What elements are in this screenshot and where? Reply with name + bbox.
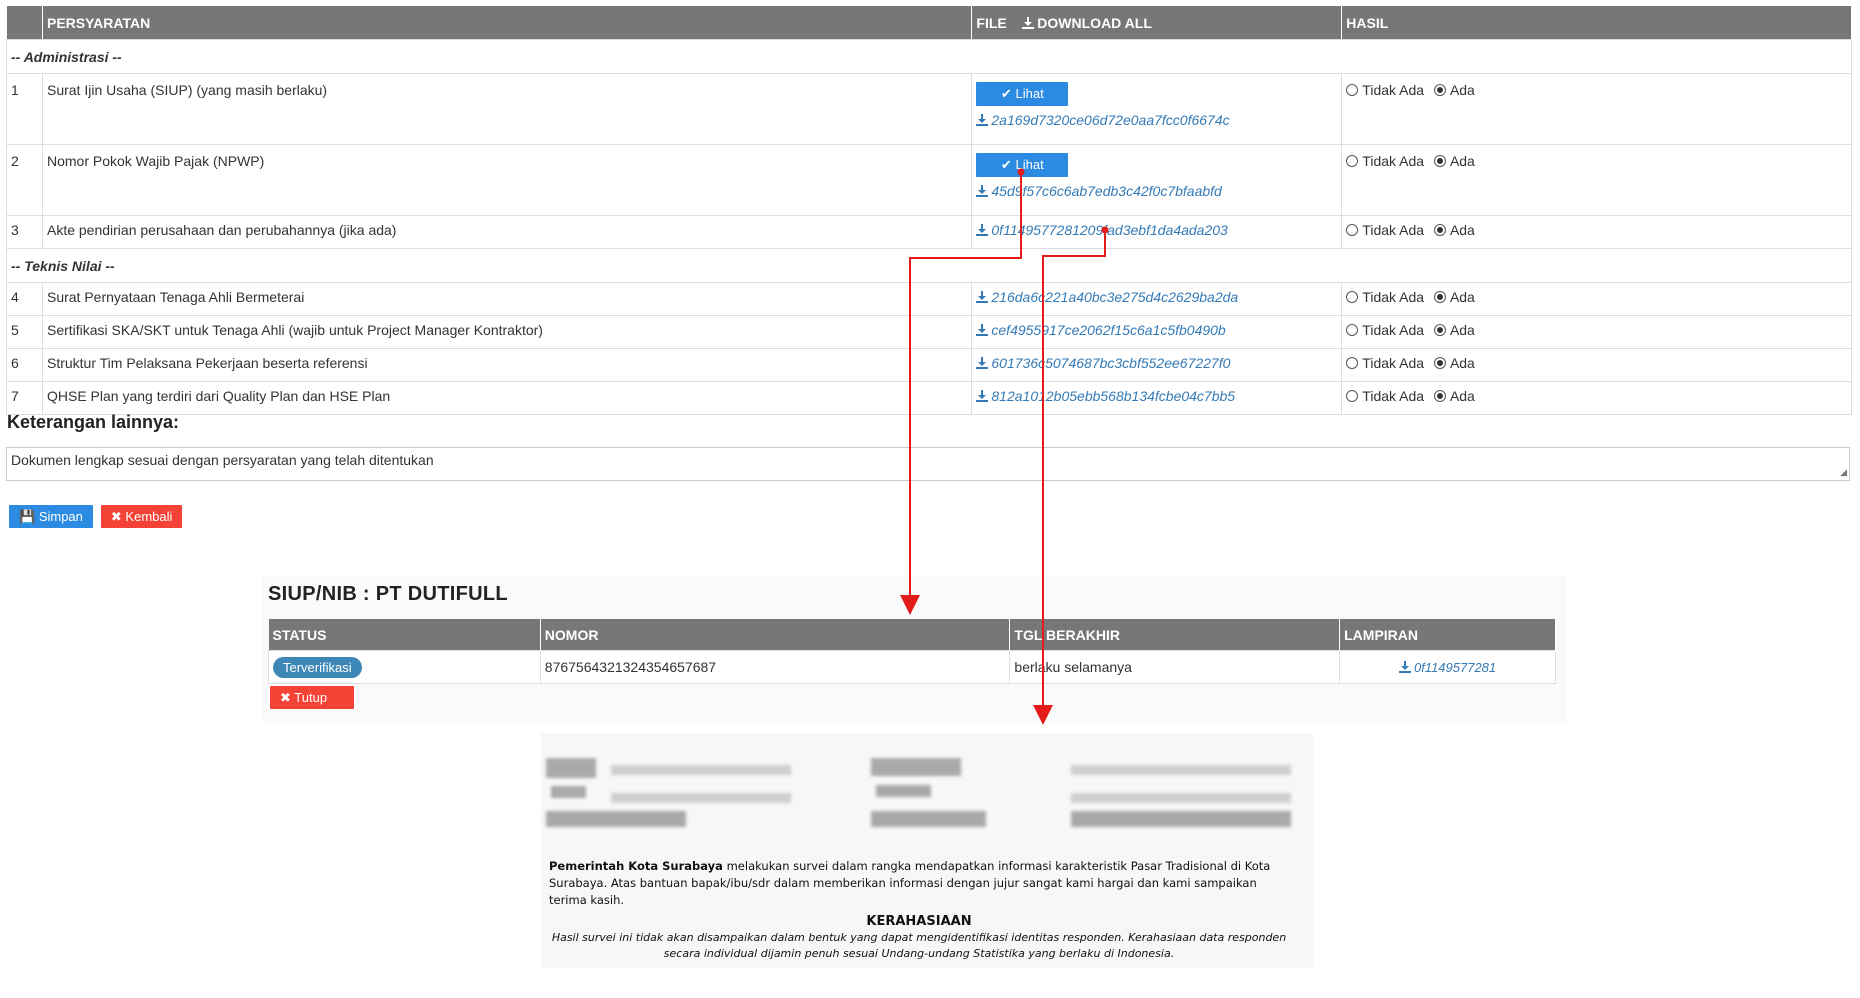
annotation-arrow-document	[1033, 230, 1106, 725]
annotation-arrow-siup	[900, 172, 1022, 615]
annotation-arrows	[900, 168, 1109, 725]
